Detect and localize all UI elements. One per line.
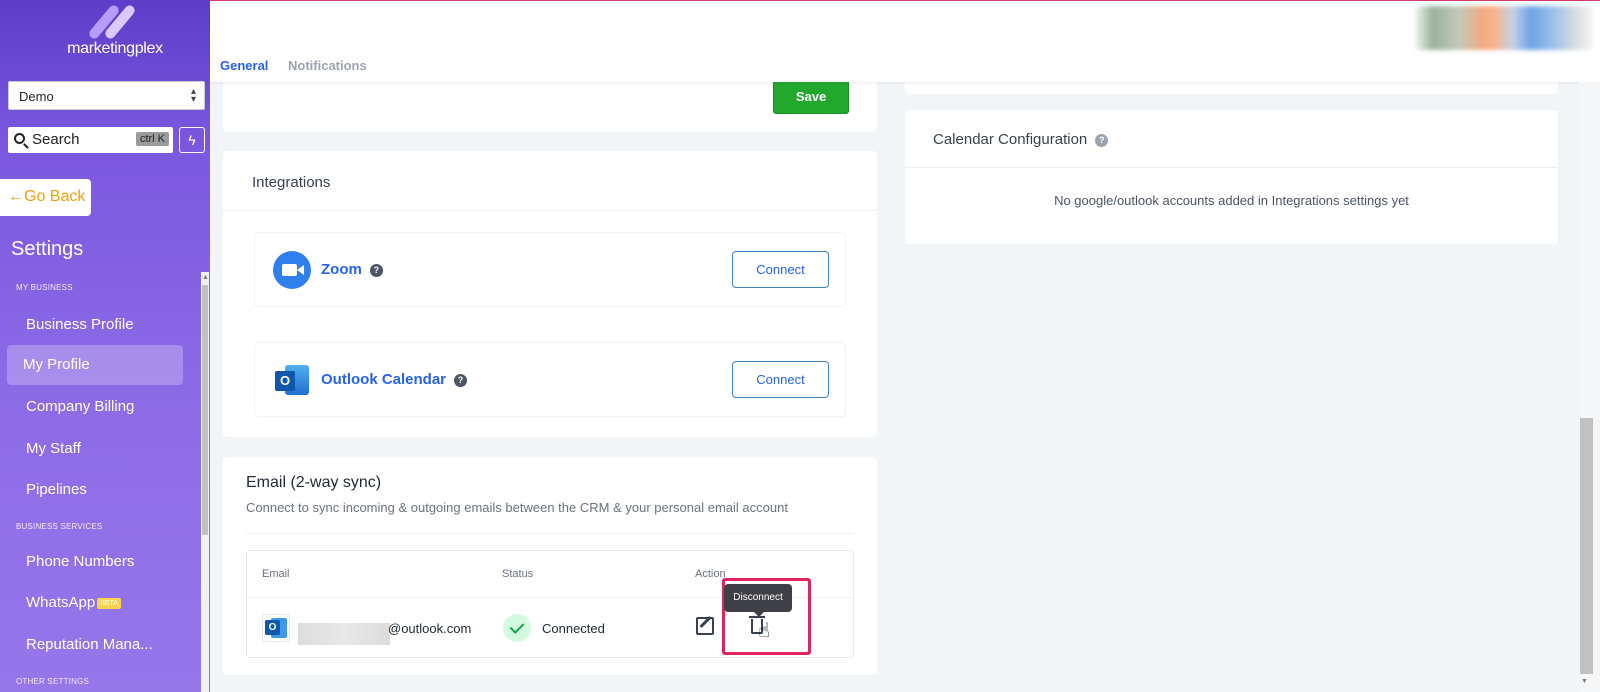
arrow-left-icon: ← (8, 188, 24, 205)
calendar-config-title: Calendar Configuration? (933, 131, 1109, 148)
disconnect-tooltip: Disconnect (724, 584, 792, 617)
save-button[interactable]: Save (773, 80, 849, 114)
sidebar-item-my-profile[interactable]: My Profile (7, 345, 183, 385)
integration-outlook-calendar: O Outlook Calendar? Connect (254, 342, 846, 417)
status-badge: Connected (542, 621, 605, 636)
lightning-icon: ϟ (188, 132, 196, 148)
outlook-icon: O (273, 361, 311, 399)
integration-name-label: Zoom (321, 261, 362, 278)
zoom-icon (273, 251, 311, 289)
section-label-business-services: BUSINESS SERVICES (16, 522, 103, 531)
section-label-my-business: MY BUSINESS (16, 283, 73, 292)
account-select-value: Demo (19, 89, 54, 104)
scroll-down-icon[interactable]: ▼ (1581, 678, 1588, 685)
search-shortcut: ctrl K (135, 132, 169, 146)
select-caret-icon: ▴ ▾ (190, 86, 196, 105)
settings-title: Settings (11, 238, 84, 260)
help-icon[interactable]: ? (369, 263, 383, 277)
tab-general[interactable]: General (220, 58, 268, 73)
email-address: @outlook.com (388, 621, 472, 636)
email-sync-subtitle: Connect to sync incoming & outgoing emai… (246, 500, 788, 515)
sidebar-item-phone-numbers[interactable]: Phone Numbers (26, 553, 134, 570)
calendar-empty-message: No google/outlook accounts added in Inte… (1054, 193, 1409, 208)
logo-mark-icon (85, 3, 145, 41)
help-icon[interactable]: ? (454, 373, 468, 387)
email-sync-title: Email (2-way sync) (246, 474, 382, 491)
integration-zoom: Zoom? Connect (254, 232, 846, 307)
go-back-label: Go Back (24, 188, 86, 205)
section-label-other-settings: OTHER SETTINGS (16, 677, 90, 686)
divider (905, 167, 1558, 168)
sidebar-item-business-profile[interactable]: Business Profile (26, 316, 134, 333)
sidebar-item-my-staff[interactable]: My Staff (26, 440, 81, 457)
column-header-email: Email (262, 568, 290, 580)
check-icon (503, 614, 531, 642)
redacted-email-user (298, 623, 390, 645)
outlook-icon: O (262, 614, 290, 642)
sidebar-item-reputation-management[interactable]: Reputation Mana... (26, 636, 153, 653)
connect-zoom-button[interactable]: Connect (732, 251, 829, 288)
tab-notifications[interactable]: Notifications (288, 58, 367, 73)
integration-name-zoom[interactable]: Zoom? (321, 261, 383, 278)
help-icon[interactable]: ? (1095, 133, 1109, 147)
search-input[interactable]: Search ctrl K (8, 127, 173, 153)
brand-name: marketingplex (67, 40, 163, 57)
brand-logo[interactable]: marketingplex (55, 3, 175, 58)
sidebar-scrollbar-thumb[interactable] (202, 285, 208, 535)
divider (223, 210, 877, 211)
search-placeholder: Search (32, 131, 80, 148)
column-header-status: Status (502, 568, 534, 580)
sidebar-item-pipelines[interactable]: Pipelines (26, 481, 87, 498)
beta-badge: BETA (97, 597, 121, 609)
quick-actions-button[interactable]: ϟ (179, 127, 205, 153)
account-select[interactable]: Demo ▴ ▾ (8, 81, 205, 110)
integrations-title: Integrations (252, 174, 331, 191)
calendar-config-label: Calendar Configuration (933, 131, 1088, 148)
sidebar-item-whatsapp[interactable]: WhatsApp BETA (26, 594, 121, 611)
top-header: General Notifications (210, 0, 1600, 82)
edit-icon[interactable] (696, 617, 714, 635)
integration-name-outlook[interactable]: Outlook Calendar? (321, 371, 468, 388)
scroll-up-icon[interactable]: ▲ (202, 274, 209, 281)
column-header-action: Action (695, 568, 726, 580)
main-scrollbar-thumb[interactable] (1580, 418, 1593, 674)
go-back-button[interactable]: ←Go Back (0, 179, 91, 216)
sidebar-item-label: WhatsApp (26, 594, 96, 611)
search-icon (14, 133, 25, 144)
sidebar: marketingplex Demo ▴ ▾ Search ctrl K ϟ ←G… (0, 0, 210, 692)
integration-name-label: Outlook Calendar (321, 371, 447, 388)
sidebar-item-company-billing[interactable]: Company Billing (26, 398, 134, 415)
user-avatars[interactable] (1415, 6, 1593, 50)
divider (246, 533, 854, 534)
connect-outlook-button[interactable]: Connect (732, 361, 829, 398)
